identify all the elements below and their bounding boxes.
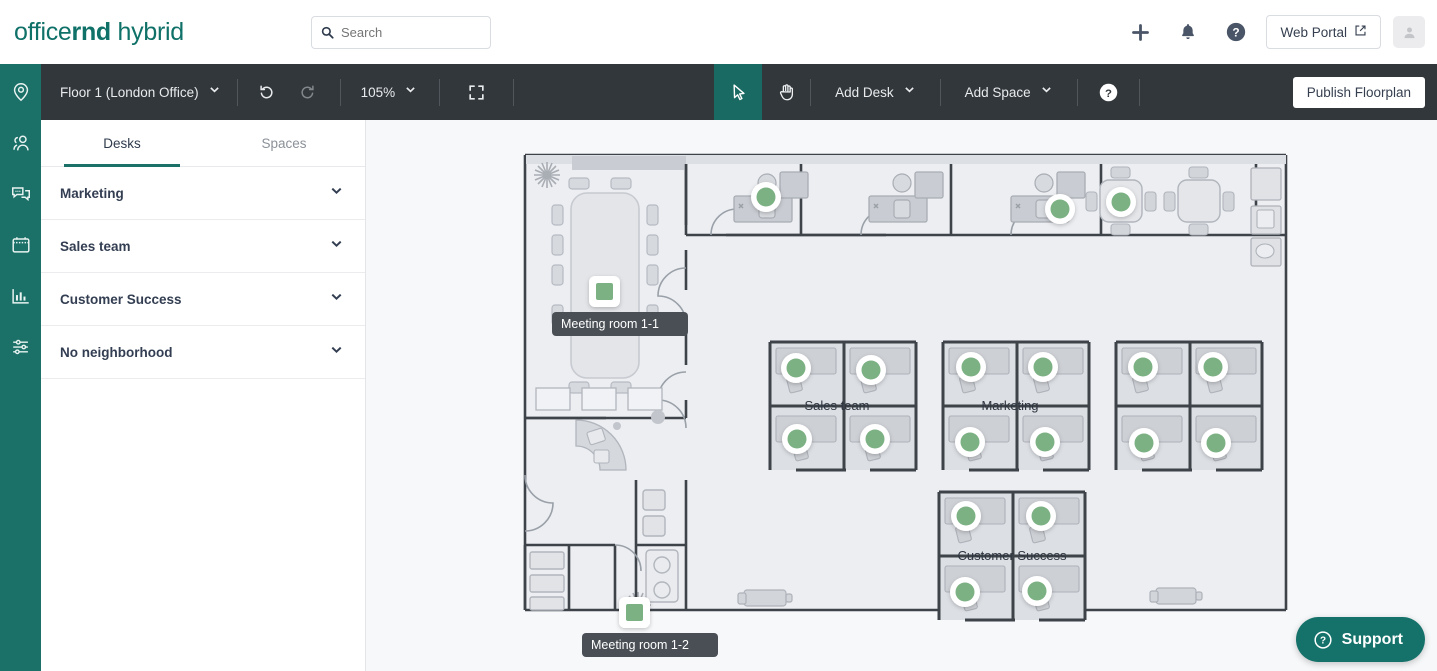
group-label: Customer Success: [60, 291, 182, 307]
editor-toolbar: Floor 1 (London Office) 105% Add Desk Ad…: [41, 64, 1437, 120]
tab-desks-label: Desks: [103, 135, 141, 151]
floor-selector-label: Floor 1 (London Office): [60, 84, 199, 100]
add-space-button[interactable]: Add Space: [941, 64, 1077, 120]
chevron-down-icon: [1040, 83, 1053, 101]
svg-text:?: ?: [1320, 635, 1326, 646]
fit-to-screen-button[interactable]: [456, 64, 497, 120]
tab-desks[interactable]: Desks: [41, 120, 203, 167]
zoom-level-label: 105%: [360, 84, 396, 100]
floor-selector[interactable]: Floor 1 (London Office): [41, 64, 237, 120]
panel-tabs: Desks Spaces: [41, 120, 365, 167]
add-desk-label: Add Desk: [835, 84, 894, 100]
chevron-down-icon[interactable]: [329, 289, 344, 309]
web-portal-button[interactable]: Web Portal: [1266, 15, 1381, 49]
desks-spaces-panel: Desks Spaces Marketing Sales team Custom…: [41, 120, 366, 671]
toolbar-divider-7: [1076, 78, 1078, 106]
chevron-down-icon[interactable]: [329, 342, 344, 362]
chevron-down-icon: [404, 83, 417, 101]
logo-bold: rnd: [71, 17, 112, 46]
undo-button[interactable]: [246, 64, 287, 120]
tab-spaces-label: Spaces: [261, 135, 307, 151]
question-circle-icon: ?: [1313, 630, 1333, 650]
header-actions: ? Web Portal: [1116, 0, 1425, 64]
chevron-down-icon: [208, 83, 221, 101]
toolbar-divider: [236, 78, 238, 106]
bell-icon[interactable]: [1164, 8, 1212, 56]
chevron-down-icon[interactable]: [329, 236, 344, 256]
messages-icon[interactable]: [9, 182, 33, 206]
floorplan-svg: Sales team Marketing Customer Success Me…: [523, 153, 1288, 657]
floorplan-canvas[interactable]: Sales team Marketing Customer Success Me…: [366, 120, 1437, 671]
calendar-icon[interactable]: [9, 233, 33, 257]
svg-text:?: ?: [1233, 26, 1240, 40]
svg-text:?: ?: [1105, 87, 1112, 99]
logo-prefix: office: [14, 17, 72, 46]
toolbar-divider-4: [513, 78, 515, 106]
external-link-icon: [1354, 24, 1367, 40]
group-row-no-neighborhood[interactable]: No neighborhood: [41, 326, 365, 379]
pan-tool[interactable]: [762, 64, 810, 120]
app-root: officernd hybrid ? Web Portal: [0, 0, 1437, 671]
avatar[interactable]: [1393, 16, 1425, 48]
left-nav-rail: [0, 64, 41, 671]
neighborhood-label: Customer Success: [957, 548, 1067, 563]
toolbar-divider-8: [1138, 78, 1140, 106]
room-tooltip-label: Meeting room 1-2: [591, 638, 689, 652]
tab-spaces[interactable]: Spaces: [203, 120, 365, 166]
add-desk-button[interactable]: Add Desk: [811, 64, 940, 120]
redo-button[interactable]: [287, 64, 328, 120]
chevron-down-icon: [903, 83, 916, 101]
publish-floorplan-label: Publish Floorplan: [1306, 84, 1411, 100]
room-tooltip-label: Meeting room 1-1: [561, 317, 659, 331]
locations-icon[interactable]: [9, 80, 33, 104]
plus-icon[interactable]: [1116, 8, 1164, 56]
support-label: Support: [1341, 630, 1403, 648]
toolbar-help-icon[interactable]: ?: [1088, 64, 1129, 120]
reports-icon[interactable]: [9, 284, 33, 308]
select-tool[interactable]: [714, 64, 763, 120]
top-header: officernd hybrid ? Web Portal: [0, 0, 1437, 64]
help-circle-icon[interactable]: ?: [1212, 8, 1260, 56]
support-button[interactable]: ? Support: [1295, 617, 1425, 662]
neighborhood-label: Sales team: [804, 398, 869, 413]
chevron-down-icon[interactable]: [329, 183, 344, 203]
group-row-marketing[interactable]: Marketing: [41, 167, 365, 220]
group-row-customer-success[interactable]: Customer Success: [41, 273, 365, 326]
publish-floorplan-button[interactable]: Publish Floorplan: [1292, 76, 1425, 108]
neighborhood-label: Marketing: [981, 398, 1038, 413]
web-portal-label: Web Portal: [1280, 24, 1347, 40]
settings-icon[interactable]: [9, 335, 33, 359]
search-icon: [321, 26, 334, 39]
kitchenette: [1250, 167, 1282, 267]
group-label: No neighborhood: [60, 344, 173, 360]
zoom-selector[interactable]: 105%: [341, 64, 432, 120]
people-icon[interactable]: [9, 131, 33, 155]
search-box[interactable]: [311, 16, 491, 49]
group-label: Sales team: [60, 238, 131, 254]
toolbar-divider-3: [439, 78, 441, 106]
logo-suffix: hybrid: [110, 17, 185, 46]
search-input[interactable]: [341, 25, 481, 40]
app-logo[interactable]: officernd hybrid: [14, 18, 184, 47]
group-row-sales-team[interactable]: Sales team: [41, 220, 365, 273]
group-label: Marketing: [60, 185, 124, 201]
add-space-label: Add Space: [964, 84, 1031, 100]
